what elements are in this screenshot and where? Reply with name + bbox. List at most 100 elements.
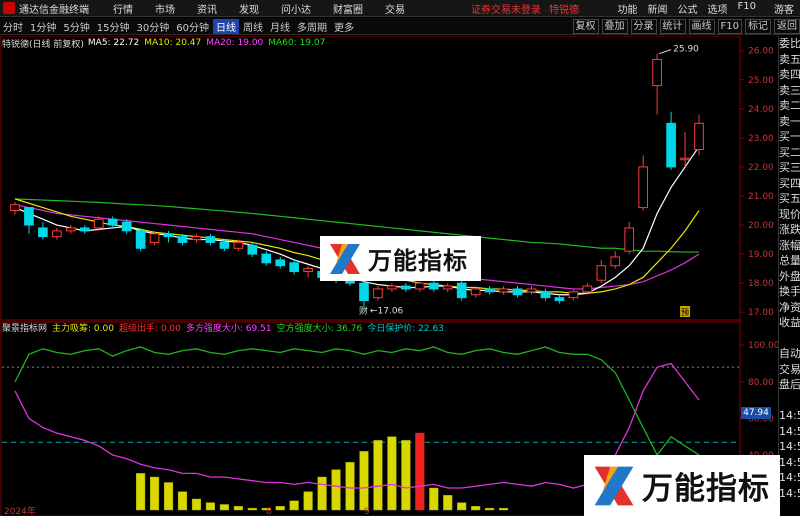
candle bbox=[470, 288, 481, 296]
candle bbox=[512, 288, 523, 296]
period-tabs: 分时 1分钟 5分钟 15分钟 30分钟 60分钟 日线 周线 月线 多周期 更多 bbox=[0, 18, 358, 34]
candle bbox=[24, 207, 34, 226]
price-axis-label: 18.00 bbox=[748, 279, 774, 289]
right-menu-item[interactable]: 新闻 bbox=[648, 1, 668, 16]
menu-item[interactable]: 市场 bbox=[155, 1, 175, 16]
candle bbox=[568, 291, 579, 299]
strength-bar bbox=[219, 504, 229, 511]
period-tab[interactable]: 30分钟 bbox=[133, 19, 172, 34]
strength-bar bbox=[429, 487, 439, 511]
period-tab[interactable]: 周线 bbox=[240, 19, 266, 34]
right-menu-item[interactable]: 功能 bbox=[618, 1, 638, 16]
main-menu: 行情 市场 资讯 发现 问小达 财富圈 交易 bbox=[113, 1, 427, 16]
period-tab[interactable]: 5分钟 bbox=[60, 19, 92, 34]
candle bbox=[526, 288, 537, 293]
candle bbox=[149, 233, 160, 243]
ma-label: MA5: 22.72 bbox=[87, 38, 140, 48]
watermark-text: 万能指标 bbox=[368, 247, 468, 275]
right-menu-item[interactable]: 公式 bbox=[678, 1, 698, 16]
candle bbox=[610, 256, 621, 267]
strength-bar bbox=[499, 507, 509, 511]
indicator-price-box: 47.94 bbox=[741, 407, 771, 419]
indicator-label: 多方强度大小: 69.51 bbox=[185, 323, 272, 334]
menu-item[interactable]: 资讯 bbox=[197, 1, 217, 16]
right-menu-item[interactable]: F10 bbox=[738, 1, 756, 16]
candle bbox=[275, 259, 286, 267]
period-tab[interactable]: 多周期 bbox=[294, 19, 330, 34]
tool-button[interactable]: F10 bbox=[717, 19, 742, 34]
quote-field-label: 涨跌 bbox=[779, 223, 800, 236]
quote-field-label: 交易 bbox=[779, 362, 800, 376]
bear-strength-line bbox=[14, 346, 700, 457]
quote-field-label: 14:50 bbox=[779, 486, 800, 500]
candle bbox=[10, 204, 20, 212]
candle bbox=[163, 233, 174, 238]
period-tab[interactable]: 1分钟 bbox=[27, 19, 59, 34]
guest-label[interactable]: 游客 bbox=[774, 1, 794, 16]
menu-item[interactable]: 行情 bbox=[113, 1, 133, 16]
price-axis-label: 23.00 bbox=[748, 134, 774, 144]
candle bbox=[442, 285, 453, 290]
tool-button[interactable]: 统计 bbox=[659, 19, 686, 34]
right-menu-item[interactable]: 选项 bbox=[708, 1, 728, 16]
candle bbox=[233, 241, 244, 249]
tool-button[interactable]: 画线 bbox=[688, 19, 715, 34]
candle bbox=[247, 244, 258, 255]
event-marker-cai: 财 bbox=[359, 305, 368, 317]
indicator-info-bar: 聚景指标网 主力吸筹: 0.00 超级出手: 0.00 多方强度大小: 69.51 空… bbox=[0, 320, 454, 334]
low-price-label: ←17.06 bbox=[370, 306, 404, 316]
period-tab[interactable]: 15分钟 bbox=[94, 19, 133, 34]
chart-tool-buttons: 复权 叠加 分录 统计 画线 F10 标记 返回 bbox=[570, 18, 800, 35]
indicator-name: 聚景指标网 bbox=[2, 323, 48, 334]
price-axis-label: 19.00 bbox=[748, 250, 774, 260]
candle bbox=[652, 58, 662, 87]
period-tab[interactable]: 60分钟 bbox=[173, 19, 212, 34]
quote-field-label: 14:50 bbox=[779, 424, 800, 438]
period-tab[interactable]: 日线 bbox=[212, 18, 239, 34]
tool-button[interactable]: 分录 bbox=[630, 19, 657, 34]
candle bbox=[401, 285, 411, 290]
indicator-axis-label: 100.00 bbox=[748, 341, 778, 351]
strength-bar bbox=[136, 473, 146, 511]
ma-label: MA20: 19.00 bbox=[206, 38, 264, 48]
price-axis-label: 24.00 bbox=[748, 105, 774, 115]
price-axis-label: 21.00 bbox=[748, 192, 774, 202]
stock-name: 特锐德(日线 前复权) bbox=[2, 39, 84, 50]
period-tab[interactable]: 分时 bbox=[0, 19, 26, 34]
login-notice[interactable]: 证券交易未登录 bbox=[471, 1, 541, 16]
title-bar: 通达信金融终端 行情 市场 资讯 发现 问小达 财富圈 交易 证券交易未登录 特锐德 功能新… bbox=[0, 0, 800, 17]
candle bbox=[38, 227, 48, 238]
candle bbox=[666, 122, 676, 168]
quote-field-label: 净资 bbox=[779, 300, 800, 314]
candle bbox=[638, 166, 649, 209]
candle bbox=[694, 122, 704, 150]
stock-notice[interactable]: 特锐德 bbox=[549, 1, 579, 16]
watermark-logo-icon bbox=[594, 466, 634, 505]
indicator-axis-label: 80.00 bbox=[748, 378, 774, 388]
tool-button[interactable]: 返回 bbox=[774, 19, 800, 34]
menu-item[interactable]: 交易 bbox=[385, 1, 405, 16]
strength-bar bbox=[191, 498, 202, 511]
candle bbox=[107, 218, 118, 226]
ma-label: MA10: 20.47 bbox=[144, 38, 202, 48]
indicator-label: 主力吸筹: 0.00 bbox=[52, 323, 114, 334]
strength-bar bbox=[485, 507, 495, 511]
menu-item[interactable]: 发现 bbox=[239, 1, 259, 16]
menu-item[interactable]: 财富圈 bbox=[333, 1, 363, 16]
quote-field-label: 委比 bbox=[779, 37, 800, 50]
menu-item[interactable]: 问小达 bbox=[281, 1, 311, 16]
period-tab[interactable]: 更多 bbox=[331, 19, 357, 34]
tool-button[interactable]: 叠加 bbox=[601, 19, 628, 34]
price-axis-label: 22.00 bbox=[748, 163, 774, 173]
quote-field-label: 买二 bbox=[779, 145, 800, 159]
candle bbox=[387, 285, 397, 290]
indicator-legend: 主力吸筹: 0.00 超级出手: 0.00 多方强度大小: 69.51 空方强度大小:… bbox=[52, 321, 449, 334]
period-tab[interactable]: 月线 bbox=[267, 19, 293, 34]
candle bbox=[219, 241, 230, 249]
strength-bar bbox=[205, 502, 215, 511]
candle bbox=[596, 265, 607, 281]
tool-button[interactable]: 标记 bbox=[745, 19, 771, 34]
tool-button[interactable]: 复权 bbox=[572, 19, 599, 34]
date-label: 8 bbox=[266, 507, 272, 516]
candle bbox=[680, 157, 690, 161]
